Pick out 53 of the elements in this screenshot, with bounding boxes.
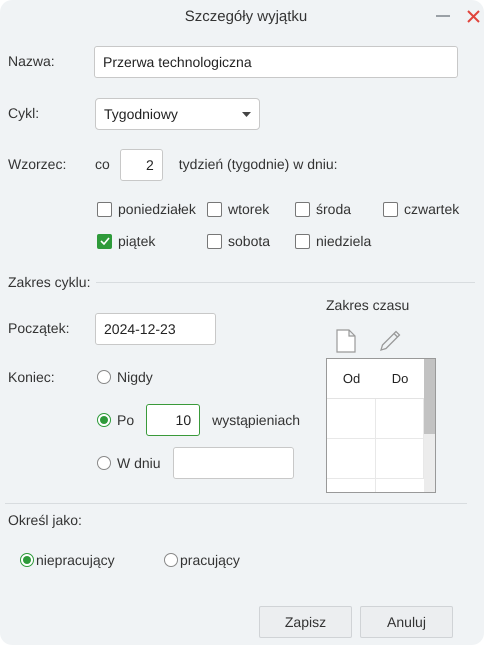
scrollbar[interactable] <box>424 359 435 492</box>
checkbox-label[interactable]: niedziela <box>316 233 372 249</box>
radio-label[interactable]: Nigdy <box>117 369 153 385</box>
checkbox[interactable] <box>295 202 310 216</box>
radio-label[interactable]: Po <box>117 412 134 428</box>
field-label: Początek: <box>8 319 70 336</box>
checkbox[interactable] <box>207 202 222 216</box>
checkbox-label[interactable]: sobota <box>228 233 270 249</box>
cancel-button[interactable]: Anuluj <box>360 606 453 638</box>
name-field[interactable]: Przerwa technologiczna <box>94 46 458 78</box>
radio-label[interactable]: W dniu <box>117 455 161 471</box>
radio-label[interactable]: niepracujący <box>36 552 115 568</box>
interval-field[interactable]: 2 <box>120 149 163 181</box>
checkbox-label[interactable]: środa <box>316 201 352 217</box>
date-field[interactable]: 2024-12-23 <box>95 313 216 345</box>
field-label: Wzorzec: <box>8 155 68 172</box>
radio-button[interactable] <box>164 553 178 567</box>
minimize-icon <box>436 15 450 17</box>
field-label: Nazwa: <box>8 52 56 69</box>
end-date-field[interactable] <box>172 447 294 479</box>
close-icon <box>466 10 480 22</box>
radio-label[interactable]: pracujący <box>180 552 240 568</box>
section-title: Zakres czasu <box>326 297 410 313</box>
section-title: Zakres cyklu: <box>8 274 90 290</box>
field-label: Koniec: <box>8 368 56 385</box>
section-title: Określ jako: <box>8 512 83 528</box>
new-document-icon[interactable] <box>336 329 356 353</box>
field-label: Cykl: <box>8 104 40 121</box>
checkbox-label[interactable]: poniedziałek <box>118 201 196 217</box>
window-title: Szczegóły wyjątku <box>184 8 308 24</box>
field-label: tydzień (tygodnie) w dniu: <box>178 155 338 172</box>
table-cell <box>327 399 376 439</box>
count-field[interactable]: 10 <box>146 404 200 436</box>
field-label: co <box>94 155 111 172</box>
column-header[interactable]: Od <box>327 359 376 399</box>
checkbox[interactable] <box>97 234 112 248</box>
checkbox-label[interactable]: piątek <box>118 233 156 249</box>
check-icon <box>100 237 110 245</box>
checkbox[interactable] <box>383 202 398 216</box>
checkbox[interactable] <box>207 234 222 248</box>
radio-button[interactable] <box>97 456 111 470</box>
caret-icon <box>242 112 251 116</box>
checkbox-label[interactable]: czwartek <box>404 201 460 217</box>
radio-button[interactable] <box>97 413 111 427</box>
checkbox[interactable] <box>97 202 112 216</box>
radio-button[interactable] <box>20 553 34 567</box>
cycle-dropdown[interactable]: Tygodniowy <box>95 98 260 130</box>
checkbox[interactable] <box>295 234 310 248</box>
radio-button[interactable] <box>97 370 111 384</box>
save-button[interactable]: Zapisz <box>259 606 352 638</box>
field-label: wystąpieniach <box>212 412 300 428</box>
pencil-icon[interactable] <box>378 329 402 353</box>
checkbox-label[interactable]: wtorek <box>228 201 270 217</box>
